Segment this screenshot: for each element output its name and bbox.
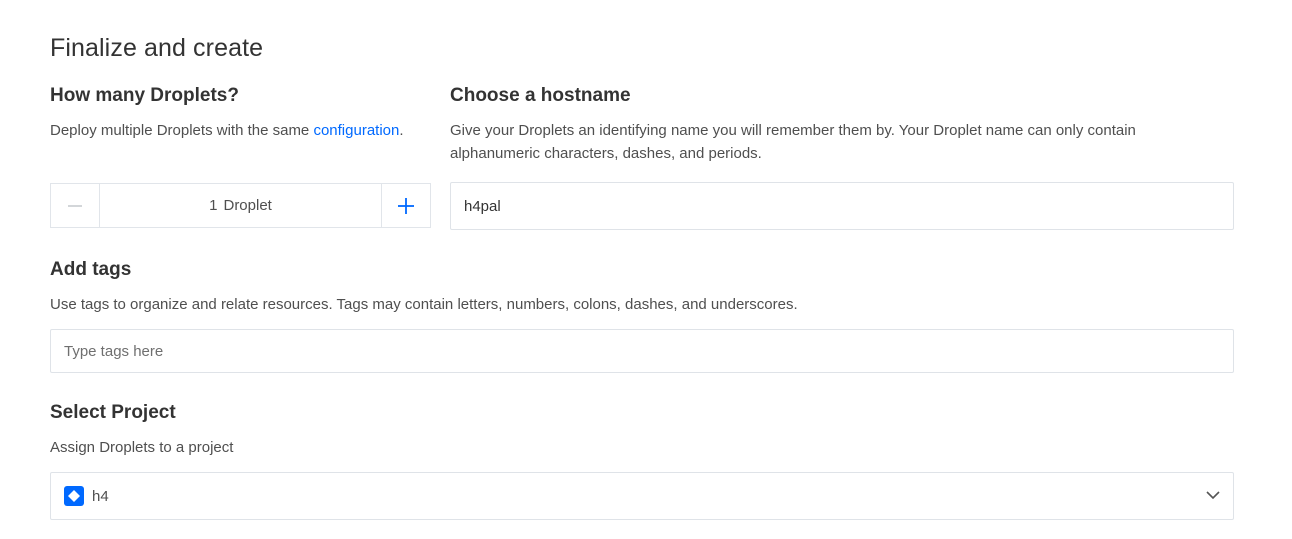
chevron-down-icon: [1206, 487, 1220, 505]
tags-input[interactable]: [50, 329, 1234, 373]
droplet-count-value: 1: [209, 197, 218, 214]
hostname-help-line-2: alphanumeric characters, dashes, and per…: [450, 145, 762, 162]
project-help: Assign Droplets to a project: [50, 439, 234, 456]
droplet-count-help: Deploy multiple Droplets with the same c…: [50, 119, 404, 142]
droplet-count-unit: Droplet: [223, 197, 272, 214]
tags-heading: Add tags: [50, 259, 132, 280]
droplet-count-display: 1 Droplet: [100, 184, 381, 227]
hostname-input[interactable]: [450, 182, 1234, 230]
droplet-count-heading: How many Droplets?: [50, 85, 239, 106]
configuration-link[interactable]: configuration: [313, 122, 399, 139]
droplet-count-help-text: Deploy multiple Droplets with the same: [50, 122, 314, 139]
droplet-count-help-suffix: .: [399, 122, 404, 139]
minus-icon: [68, 204, 82, 207]
tags-help: Use tags to organize and relate resource…: [50, 296, 798, 313]
hostname-heading: Choose a hostname: [450, 85, 631, 106]
project-select[interactable]: h4: [50, 472, 1234, 520]
page-title: Finalize and create: [50, 34, 264, 62]
hostname-help-line-1: Give your Droplets an identifying name y…: [450, 122, 1136, 139]
hostname-help: Give your Droplets an identifying name y…: [450, 119, 1250, 165]
selected-project-name: h4: [92, 487, 109, 505]
increase-droplets-button[interactable]: [381, 184, 430, 227]
droplet-quantity-stepper: 1 Droplet: [50, 183, 431, 228]
project-diamond-icon: [64, 486, 84, 506]
project-heading: Select Project: [50, 402, 176, 423]
plus-icon: [398, 197, 414, 214]
decrease-droplets-button[interactable]: [51, 184, 100, 227]
